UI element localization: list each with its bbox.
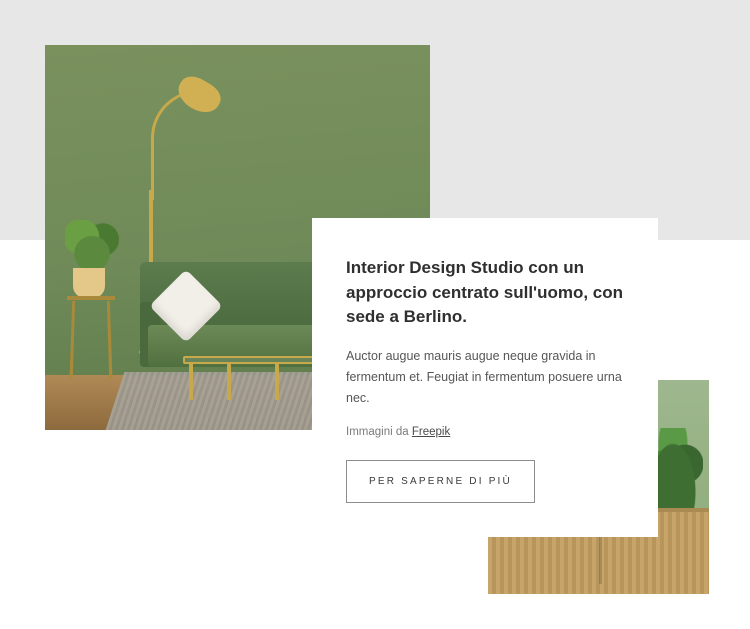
card-heading: Interior Design Studio con un approccio … — [346, 256, 624, 330]
image-credit: Immagini da Freepik — [346, 426, 624, 438]
card-body-text: Auctor augue mauris augue neque gravida … — [346, 346, 624, 410]
credit-prefix: Immagini da — [346, 426, 412, 438]
learn-more-button[interactable]: PER SAPERNE DI PIÙ — [346, 460, 535, 503]
content-card: Interior Design Studio con un approccio … — [312, 218, 658, 537]
credit-link[interactable]: Freepik — [412, 426, 450, 438]
